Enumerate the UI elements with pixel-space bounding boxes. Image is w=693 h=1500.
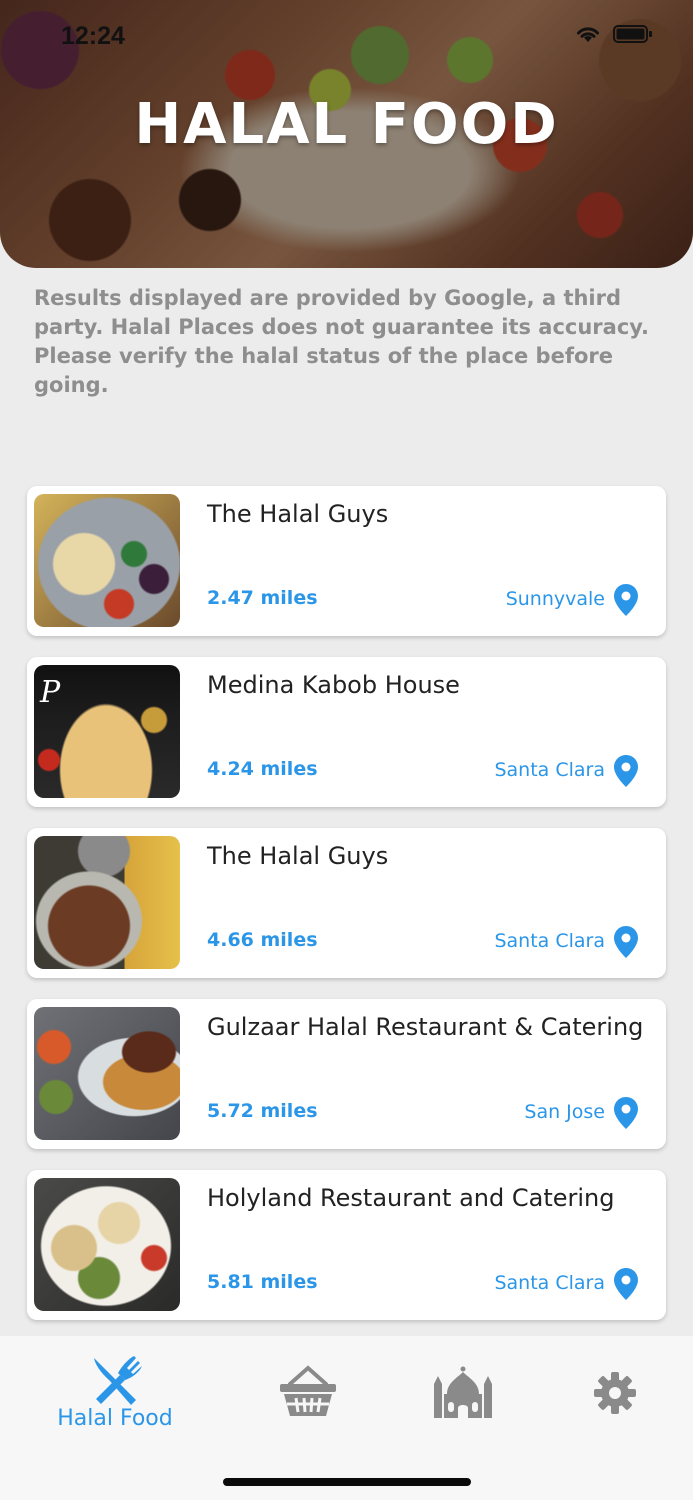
disclaimer-text: Results displayed are provided by Google… [34,286,650,397]
location-pin-icon [614,926,638,958]
place-city: Santa Clara [494,1272,605,1294]
place-city: Santa Clara [494,759,605,781]
location-pin-icon [614,1097,638,1129]
fork-knife-icon [94,1356,142,1405]
place-card[interactable]: Gulzaar Halal Restaurant & Catering 5.72… [27,999,666,1149]
place-name: Gulzaar Halal Restaurant & Catering [207,1013,644,1041]
tab-mosques[interactable] [425,1336,500,1446]
place-card[interactable]: The Halal Guys 2.47 miles Sunnyvale [27,486,666,636]
bottom-tab-bar: Halal Food [0,1336,693,1500]
status-icons [575,24,653,44]
place-thumbnail: P [34,665,180,798]
location-pin-icon [614,1268,638,1300]
place-name: Holyland Restaurant and Catering [207,1184,615,1212]
tab-label: Halal Food [57,1406,173,1431]
place-city: Sunnyvale [505,588,605,610]
place-card[interactable]: The Halal Guys 4.66 miles Santa Clara [27,828,666,978]
place-distance: 5.72 miles [207,1100,318,1122]
place-city: Santa Clara [494,930,605,952]
place-thumbnail [34,836,180,969]
basket-icon [280,1365,336,1416]
place-distance: 4.24 miles [207,758,318,780]
place-card[interactable]: Holyland Restaurant and Catering 5.81 mi… [27,1170,666,1320]
gear-icon [594,1372,636,1414]
place-name: The Halal Guys [207,500,389,528]
location-pin-icon [614,755,638,787]
header-banner: 12:24 HALAL FOOD [0,0,693,268]
place-thumbnail [34,1178,180,1311]
place-distance: 2.47 miles [207,587,318,609]
mosque-icon [434,1366,492,1418]
home-indicator [223,1478,471,1486]
tab-halal-food[interactable]: Halal Food [0,1336,230,1446]
place-distance: 5.81 miles [207,1271,318,1293]
place-city: San Jose [524,1101,605,1123]
wifi-icon [577,27,599,42]
place-card[interactable]: P Medina Kabob House 4.24 miles Santa Cl… [27,657,666,807]
place-name: Medina Kabob House [207,671,460,699]
battery-icon [613,25,652,43]
status-time: 12:24 [61,22,125,50]
place-distance: 4.66 miles [207,929,318,951]
place-thumbnail [34,494,180,627]
page-title: HALAL FOOD [134,92,559,157]
place-name: The Halal Guys [207,842,389,870]
location-pin-icon [614,584,638,616]
tab-groceries[interactable] [270,1336,345,1446]
tab-settings[interactable] [580,1336,655,1446]
place-thumbnail [34,1007,180,1140]
